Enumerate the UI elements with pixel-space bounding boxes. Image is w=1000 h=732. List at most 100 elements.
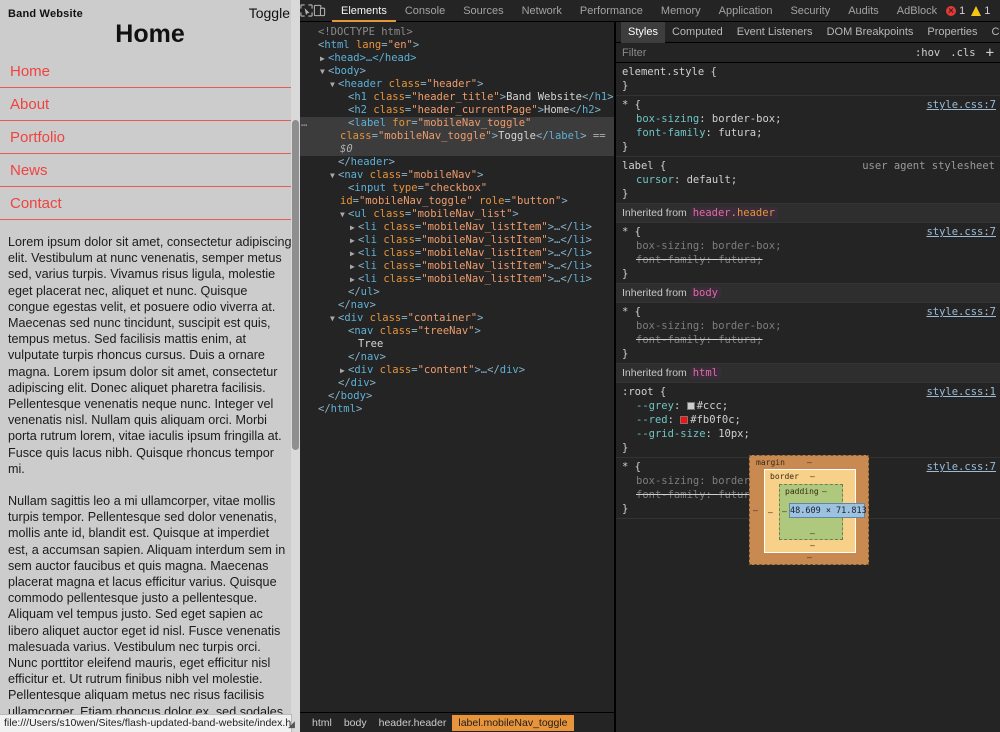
- disclosure-triangle-icon[interactable]: ▶: [350, 247, 358, 260]
- margin-top-value[interactable]: ‒: [807, 458, 812, 467]
- css-declaration[interactable]: --grey: #ccc;: [622, 399, 994, 413]
- dom-node[interactable]: <input type="checkbox" id="mobileNav_tog…: [300, 182, 614, 208]
- css-rule[interactable]: :root {style.css:1 --grey: #ccc; --red: #f…: [616, 383, 1000, 458]
- dom-node[interactable]: <!DOCTYPE html>: [300, 26, 614, 39]
- tab-performance[interactable]: Performance: [571, 0, 652, 22]
- resize-grip-icon[interactable]: ◢: [288, 718, 299, 731]
- dom-node[interactable]: ▶ <li class="mobileNav_listItem">…</li>: [300, 260, 614, 273]
- disclosure-triangle-icon[interactable]: ▶: [350, 273, 358, 286]
- dom-node[interactable]: Tree: [300, 338, 614, 351]
- styles-filter-input[interactable]: Filter: [622, 47, 905, 59]
- dom-node[interactable]: </nav>: [300, 299, 614, 312]
- nav-link-portfolio[interactable]: Portfolio: [0, 121, 300, 153]
- nav-link-about[interactable]: About: [0, 88, 300, 120]
- dom-node[interactable]: ▶ <div class="content">…</div>: [300, 364, 614, 377]
- css-selector[interactable]: * {style.css:7: [622, 305, 996, 319]
- css-selector[interactable]: :root {style.css:1: [622, 385, 996, 399]
- disclosure-triangle-icon[interactable]: ▼: [330, 169, 338, 182]
- css-declaration[interactable]: box-sizing: border-box;: [622, 239, 994, 253]
- css-selector[interactable]: element.style {: [622, 65, 994, 79]
- disclosure-triangle-icon[interactable]: ▼: [340, 208, 348, 221]
- dom-node[interactable]: </html>: [300, 403, 614, 416]
- disclosure-triangle-icon[interactable]: ▶: [320, 52, 328, 65]
- box-model-diagram[interactable]: margin ‒ ‒ ‒ ‒ border ‒ ‒ ‒ ‒ paddin: [749, 455, 869, 565]
- tab-console[interactable]: Console: [396, 0, 454, 22]
- dom-node[interactable]: ▼ <nav class="mobileNav">: [300, 169, 614, 182]
- tab-network[interactable]: Network: [513, 0, 571, 22]
- dom-node[interactable]: ▶ <li class="mobileNav_listItem">…</li>: [300, 221, 614, 234]
- dom-node[interactable]: <h1 class="header_title">Band Website</h…: [300, 91, 614, 104]
- css-source-link[interactable]: style.css:7: [926, 225, 996, 239]
- disclosure-triangle-icon[interactable]: ▶: [350, 234, 358, 247]
- new-style-rule-button[interactable]: +: [986, 46, 994, 60]
- node-overflow-icon[interactable]: …: [301, 117, 308, 130]
- tab-memory[interactable]: Memory: [652, 0, 710, 22]
- disclosure-triangle-icon[interactable]: ▶: [340, 364, 348, 377]
- border-bottom-value[interactable]: ‒: [810, 541, 815, 550]
- breadcrumb-item-header[interactable]: header.header: [373, 715, 453, 731]
- dom-tree[interactable]: <!DOCTYPE html> <html lang="en"> ▶ <head>…<…: [300, 22, 614, 416]
- tab-dom-breakpoints[interactable]: DOM Breakpoints: [820, 22, 921, 43]
- css-declaration[interactable]: font-family: futura;: [622, 253, 994, 267]
- dom-node[interactable]: </ul>: [300, 286, 614, 299]
- dom-node[interactable]: ▶ <li class="mobileNav_listItem">…</li>: [300, 234, 614, 247]
- dom-node[interactable]: </body>: [300, 390, 614, 403]
- tab-audits[interactable]: Audits: [839, 0, 888, 22]
- disclosure-triangle-icon[interactable]: ▼: [320, 65, 328, 78]
- hov-toggle-button[interactable]: :hov: [915, 47, 940, 59]
- tab-css-used[interactable]: CSS Used: [985, 22, 1000, 43]
- breadcrumb-item-html[interactable]: html: [306, 715, 338, 731]
- tab-application[interactable]: Application: [710, 0, 782, 22]
- device-toolbar-icon[interactable]: [313, 0, 326, 22]
- nav-link-home[interactable]: Home: [0, 55, 300, 87]
- css-source-link[interactable]: style.css:7: [926, 305, 996, 319]
- css-declaration[interactable]: box-sizing: border-box;: [622, 319, 994, 333]
- css-rule[interactable]: element.style {}: [616, 63, 1000, 96]
- dom-node[interactable]: <nav class="treeNav">: [300, 325, 614, 338]
- padding-top-value[interactable]: ‒: [822, 487, 827, 496]
- css-declaration[interactable]: box-sizing: border-box;: [622, 112, 994, 126]
- nav-link-contact[interactable]: Contact: [0, 187, 300, 219]
- css-declaration[interactable]: --red: #fb0f0c;: [622, 413, 994, 427]
- mobile-nav-toggle-label[interactable]: Toggle: [249, 5, 290, 21]
- disclosure-triangle-icon[interactable]: ▼: [330, 78, 338, 91]
- inherited-from-selector[interactable]: body: [689, 287, 721, 299]
- margin-bottom-value[interactable]: ‒: [807, 553, 812, 562]
- breadcrumb-item-label[interactable]: label.mobileNav_toggle: [452, 714, 574, 731]
- dom-node[interactable]: ▶ <head>…</head>: [300, 52, 614, 65]
- css-rule[interactable]: * {style.css:7 box-sizing: border-box; fon…: [616, 303, 1000, 364]
- border-top-value[interactable]: ‒: [810, 472, 815, 481]
- dom-node[interactable]: ▼ <header class="header">: [300, 78, 614, 91]
- border-left-value[interactable]: ‒: [768, 508, 773, 517]
- dom-node[interactable]: … <label for="mobileNav_toggle" class="mo…: [300, 117, 614, 156]
- css-declaration[interactable]: font-family: futura;: [622, 333, 994, 347]
- dom-node[interactable]: ▶ <li class="mobileNav_listItem">…</li>: [300, 247, 614, 260]
- dom-node[interactable]: </nav>: [300, 351, 614, 364]
- dom-node[interactable]: </header>: [300, 156, 614, 169]
- tab-security[interactable]: Security: [781, 0, 839, 22]
- cls-toggle-button[interactable]: .cls: [950, 47, 975, 59]
- warning-badge[interactable]: 1: [971, 5, 990, 17]
- box-model-content-size[interactable]: 48.609 × 71.813: [789, 503, 867, 518]
- page-scrollbar-thumb[interactable]: [292, 120, 299, 450]
- padding-left-value[interactable]: ‒: [782, 507, 787, 516]
- breadcrumb-item-body[interactable]: body: [338, 715, 373, 731]
- dom-node[interactable]: </div>: [300, 377, 614, 390]
- box-model-margin[interactable]: margin ‒ ‒ ‒ ‒ border ‒ ‒ ‒ ‒ paddin: [749, 455, 869, 565]
- css-selector[interactable]: * {style.css:7: [622, 225, 996, 239]
- nav-link-news[interactable]: News: [0, 154, 300, 186]
- css-rule[interactable]: * {style.css:7 box-sizing: border-box; fon…: [616, 96, 1000, 157]
- tab-adblock[interactable]: AdBlock: [888, 0, 946, 22]
- page-scrollbar[interactable]: [291, 0, 300, 732]
- css-source-link[interactable]: style.css:7: [926, 98, 996, 112]
- css-declaration[interactable]: font-family: futura;: [622, 126, 994, 140]
- dom-node[interactable]: <h2 class="header_currentPage">Home</h2>: [300, 104, 614, 117]
- tab-elements[interactable]: Elements: [332, 0, 396, 22]
- dom-node[interactable]: ▶ <li class="mobileNav_listItem">…</li>: [300, 273, 614, 286]
- padding-bottom-value[interactable]: ‒: [810, 529, 815, 538]
- margin-left-value[interactable]: ‒: [753, 506, 758, 515]
- tab-event-listeners[interactable]: Event Listeners: [730, 22, 820, 43]
- disclosure-triangle-icon[interactable]: ▶: [350, 260, 358, 273]
- tab-properties[interactable]: Properties: [920, 22, 984, 43]
- color-swatch[interactable]: [686, 402, 695, 410]
